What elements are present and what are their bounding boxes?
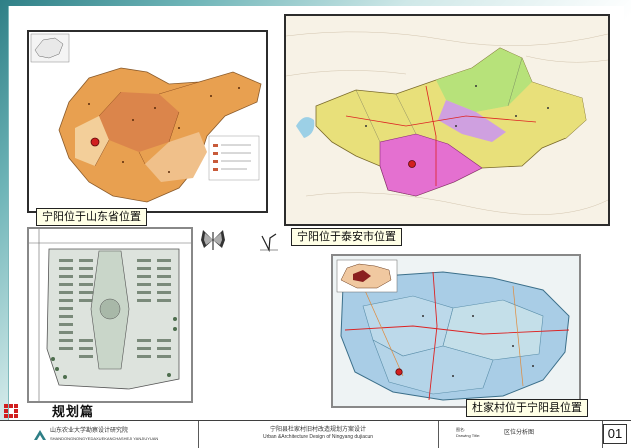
plan-caption: 规划篇	[52, 405, 95, 420]
red-grid-icon	[4, 404, 20, 418]
butterfly-icon	[200, 228, 226, 252]
title-block-project: 宁阳县杜家村旧村改造规划方案设计 Urban &Architecture Des…	[198, 421, 439, 448]
drawing-sheet: 宁阳位于山东省位置 宁阳位于泰安市位置 杜家村位于宁阳县位置 规划篇	[0, 0, 631, 447]
site-plan-frame	[27, 227, 193, 403]
ningyang-location-label: 杜家村位于宁阳县位置	[466, 399, 588, 417]
taian-map	[286, 16, 608, 224]
shandong-map	[29, 32, 266, 211]
taian-map-frame	[284, 14, 610, 226]
title-block: 山东农业大学勘察设计研究院 SHANDONGNONGYEDAXUEKANCHAS…	[0, 420, 631, 448]
title-block-drawing: 图名: Drawing Title: 区位分析图	[438, 421, 603, 448]
shandong-map-frame	[27, 30, 268, 213]
ningyang-marker-dot	[90, 137, 100, 147]
project-name-cn: 宁阳县杜家村旧村改造规划方案设计	[269, 427, 366, 433]
drawing-title-label-en: Drawing Title:	[456, 433, 481, 438]
drawing-name: 区位分析图	[504, 430, 535, 436]
ningyang-map-frame	[331, 254, 581, 408]
ningyang-marker-dot-taian	[408, 160, 416, 168]
title-block-institute: 山东农业大学勘察设计研究院 SHANDONGNONGYEDAXUEKANCHAS…	[0, 421, 199, 448]
institute-logo-icon	[34, 430, 46, 440]
compass-icon	[258, 232, 280, 252]
shandong-location-label: 宁阳位于山东省位置	[36, 208, 147, 226]
sheet-number: 01	[603, 424, 627, 444]
taian-location-label: 宁阳位于泰安市位置	[291, 228, 402, 246]
institute-name-en: SHANDONGNONGYEDAXUEKANCHASHEJI YANJIUYUA…	[50, 436, 159, 441]
institute-name-cn: 山东农业大学勘察设计研究院	[50, 428, 129, 434]
ningyang-map	[333, 256, 579, 406]
project-name-en: Urban &Architecture Design of Ningyang d…	[262, 434, 374, 440]
drawing-title-label-cn: 图名:	[456, 427, 466, 432]
site-plan	[29, 229, 191, 401]
dujiacun-marker-dot	[395, 368, 403, 376]
